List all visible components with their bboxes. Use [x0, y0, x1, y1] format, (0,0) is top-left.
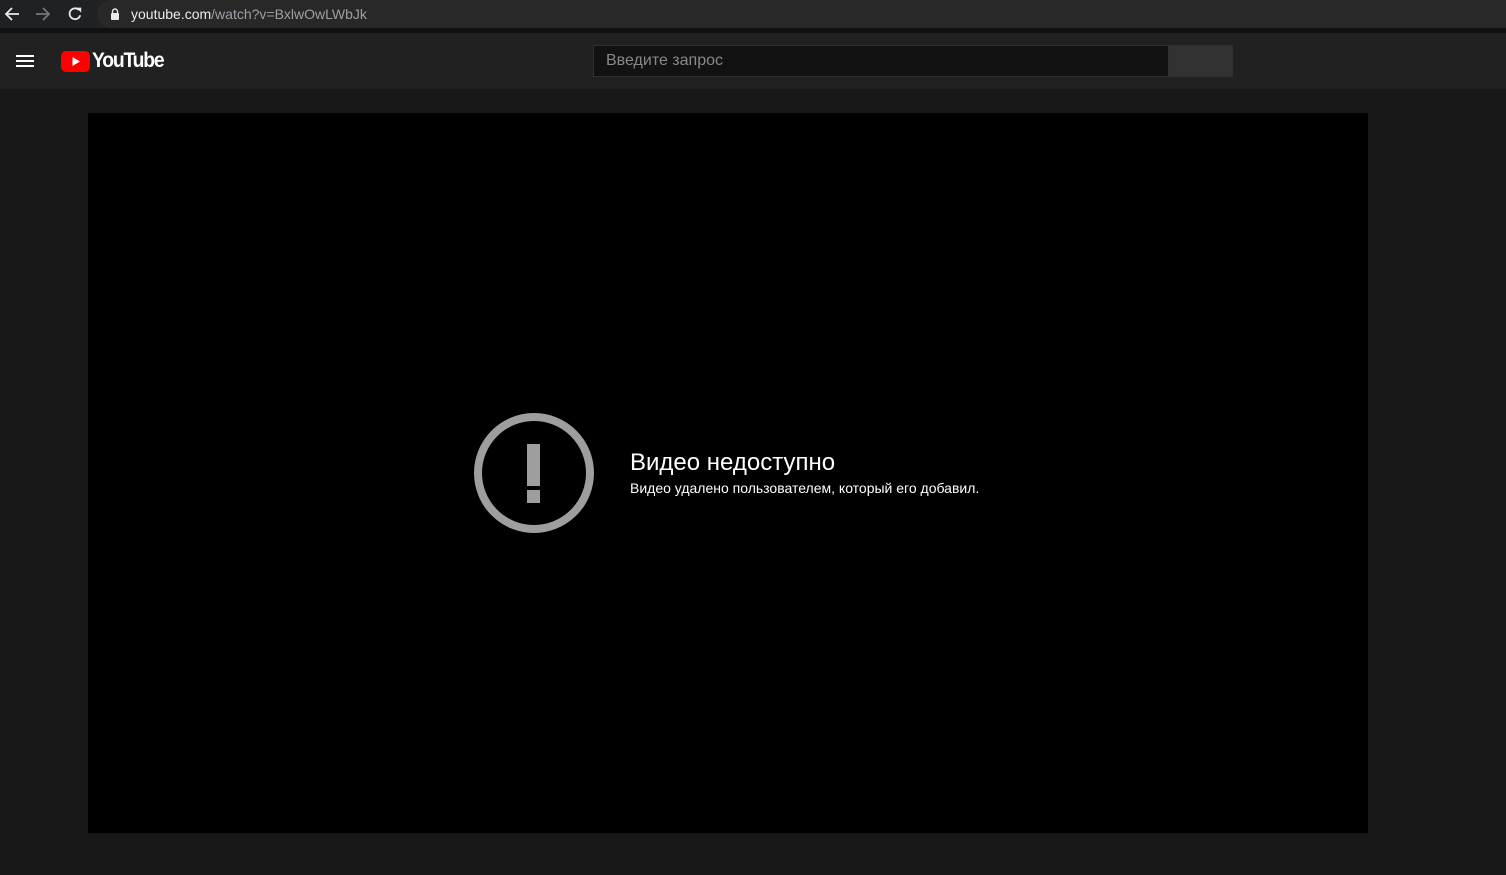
youtube-play-icon — [61, 50, 90, 72]
arrow-left-icon — [4, 7, 19, 21]
youtube-logo[interactable]: YouTube — [61, 50, 170, 72]
forward-button[interactable] — [33, 4, 53, 24]
back-button[interactable] — [2, 4, 22, 24]
search-input[interactable] — [594, 46, 1169, 76]
reload-icon — [68, 7, 82, 21]
error-subtitle: Видео удалено пользователем, который его… — [630, 480, 980, 496]
search-box[interactable] — [593, 45, 1169, 77]
url-text: youtube.com/watch?v=BxlwOwLWbJk — [131, 5, 367, 23]
browser-toolbar: youtube.com/watch?v=BxlwOwLWbJk — [0, 0, 1506, 28]
url-host: youtube.com — [131, 6, 212, 22]
lock-icon — [111, 8, 119, 20]
hamburger-menu-icon — [16, 55, 34, 67]
error-exclamation-icon — [474, 413, 594, 533]
youtube-wordmark: YouTube — [92, 49, 165, 72]
error-message: Видео недоступно Видео удалено пользоват… — [630, 449, 979, 497]
video-player: Видео недоступно Видео удалено пользоват… — [88, 113, 1368, 833]
arrow-right-icon — [36, 7, 51, 21]
search-button[interactable] — [1168, 45, 1233, 77]
youtube-masthead: YouTube — [0, 33, 1506, 89]
reload-button[interactable] — [65, 4, 85, 24]
guide-menu-button[interactable] — [13, 49, 37, 73]
address-bar[interactable]: youtube.com/watch?v=BxlwOwLWbJk — [97, 0, 1506, 28]
url-path: /watch?v=BxlwOwLWbJk — [211, 6, 367, 22]
error-title: Видео недоступно — [630, 449, 836, 476]
